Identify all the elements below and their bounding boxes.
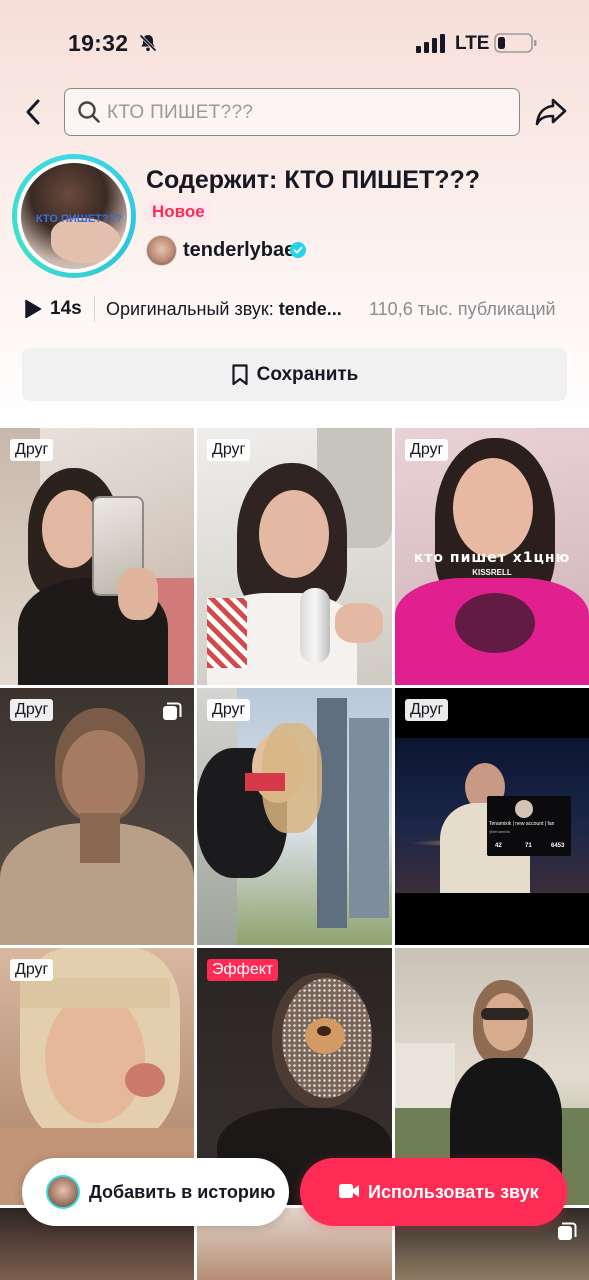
author-name[interactable]: tenderlybae [183,239,295,262]
tile-badge: Друг [207,699,251,721]
sound-duration: 14s [50,298,82,319]
search-icon [78,101,100,123]
bell-muted-icon [139,34,157,52]
profile-card-name: Tenamixik | new account | fan [489,821,555,827]
add-to-story-label: Добавить в историю [89,1182,276,1202]
author-avatar[interactable] [146,235,177,266]
save-label: Сохранить [256,363,359,385]
sound-cover-text: КТО ПИШЕТ??? [35,213,123,225]
profile-card-handle: @tenamixik [489,829,510,834]
video-tile[interactable]: Друг [197,688,392,945]
video-camera-icon [339,1184,359,1198]
use-sound-button[interactable]: Использовать звук [300,1158,567,1226]
publications-count: 110,6 тыс. публикаций [369,299,556,319]
battery-icon [494,33,537,53]
verified-icon [290,242,306,258]
original-sound-link[interactable]: Оригинальный звук: tende... [106,299,342,320]
share-icon[interactable] [534,96,568,128]
status-bar: 19:32 LTE [0,0,589,88]
tile-badge: Друг [405,439,449,461]
tile-badge: Друг [10,699,54,721]
tile-badge: Друг [10,959,54,981]
bookmark-icon [232,363,248,385]
use-sound-label: Использовать звук [368,1182,539,1202]
video-overlay-text: кто пишет х1цню [413,550,571,566]
multiple-photos-icon [558,1222,577,1240]
sound-title: Содержит: КТО ПИШЕТ??? [146,166,481,194]
sound-cover-image: КТО ПИШЕТ??? [21,163,127,269]
divider [94,296,95,322]
video-tile[interactable]: Друг [0,688,194,945]
play-icon[interactable] [24,299,42,319]
status-time: 19:32 [68,30,129,56]
search-input[interactable]: КТО ПИШЕТ??? [64,88,520,136]
profile-card-stat: 71 [525,843,532,849]
search-query: КТО ПИШЕТ??? [107,102,254,123]
cellular-signal-icon [416,34,445,53]
video-tile[interactable]: кто пишет х1цню KISSRELL Друг [395,428,589,685]
network-type: LTE [455,33,490,54]
save-button[interactable]: Сохранить [22,348,567,401]
tile-badge: Друг [10,439,54,461]
story-avatar [46,1175,80,1209]
profile-card-stat: 6453 [551,843,565,849]
effect-badge: Эффект [207,959,279,981]
tile-badge: Друг [405,699,449,721]
video-tile[interactable]: Друг [0,428,194,685]
video-tile[interactable]: Tenamixik | new account | fan @tenamixik… [395,688,589,945]
tile-badge: Друг [207,439,251,461]
chevron-left-icon [26,99,40,125]
multiple-photos-icon [163,702,182,720]
sound-cover[interactable]: КТО ПИШЕТ??? [12,154,136,278]
video-overlay-subtext: KISSRELL [472,568,512,577]
profile-card-stat: 42 [495,843,502,849]
video-tile[interactable]: Друг [197,428,392,685]
back-button[interactable] [18,96,48,128]
add-to-story-button[interactable]: Добавить в историю [22,1158,289,1226]
new-badge: Новое [146,200,211,224]
